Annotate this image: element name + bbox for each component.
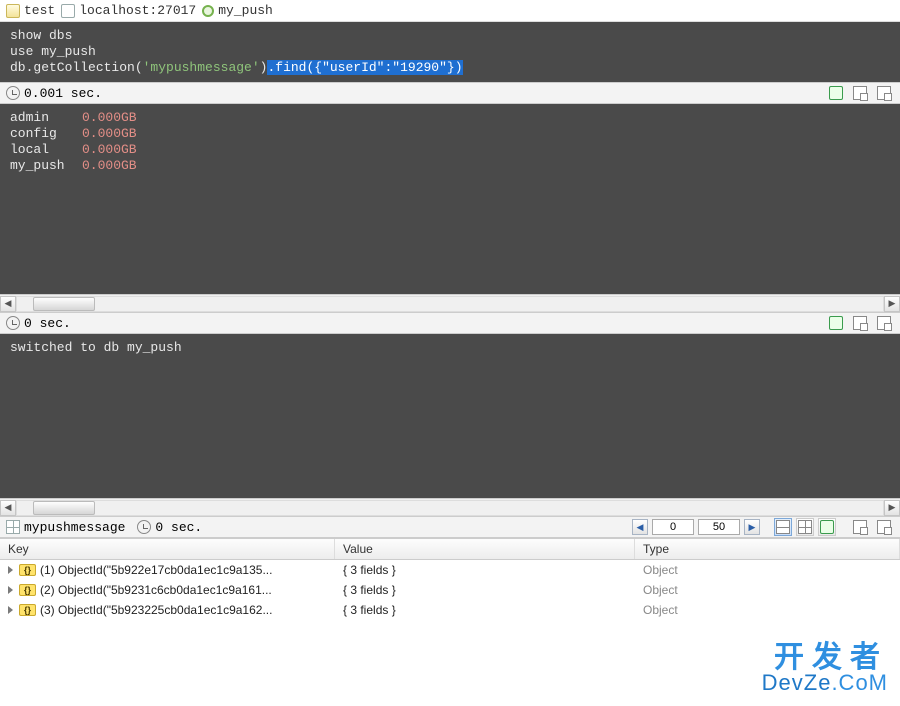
popout-icon [853,316,867,330]
scroll-right-button[interactable]: ▶ [884,296,900,312]
db-row: config0.000GB [10,126,890,142]
status-strip-3: mypushmessage 0 sec. ◀ ▶ [0,516,900,538]
host-icon [61,4,75,18]
view-table-button[interactable] [796,518,814,536]
folder-icon [6,4,20,18]
page-start-input[interactable] [652,519,694,535]
popout-button-1[interactable] [850,84,870,102]
page-prev-button[interactable]: ◀ [632,519,648,535]
scroll-track[interactable] [16,500,884,516]
editor-line-1: show dbs [10,28,72,43]
clock-icon [6,316,20,330]
query-editor[interactable]: show dbs use my_push db.getCollection('m… [0,22,900,82]
detach-button-3[interactable] [874,518,894,536]
page-size-input[interactable] [698,519,740,535]
collection-name: mypushmessage [24,520,125,535]
breadcrumb-db[interactable]: my_push [202,3,273,18]
expand-toggle[interactable] [8,606,13,614]
database-icon [202,5,214,17]
object-chip-icon: {} [19,564,36,576]
tree-view-icon [776,520,790,534]
watermark: 开发者 DevZe.CoM [762,632,888,696]
scroll-thumb[interactable] [33,297,95,311]
breadcrumb: test localhost:27017 my_push [0,0,900,22]
scroll-track[interactable] [16,296,884,312]
result-row[interactable]: {}(2) ObjectId("5b9231c6cb0da1ec1c9a161.… [0,580,900,600]
col-value[interactable]: Value [335,539,635,559]
db-row: admin0.000GB [10,110,890,126]
output-msg: switched to db my_push [10,340,890,356]
col-key[interactable]: Key [0,539,335,559]
document-icon [829,316,843,330]
status-strip-2: 0 sec. [0,312,900,334]
detach-button-2[interactable] [874,314,894,332]
breadcrumb-host-label: localhost:27017 [79,3,196,18]
result-row[interactable]: {}(1) ObjectId("5b922e17cb0da1ec1c9a135.… [0,560,900,580]
scroll-thumb[interactable] [33,501,95,515]
popout-icon [853,86,867,100]
table-icon [6,520,20,534]
exec-time-1: 0.001 sec. [24,86,102,101]
h-scrollbar-1[interactable]: ◀ ▶ [0,294,900,312]
page-next-button[interactable]: ▶ [744,519,760,535]
breadcrumb-host[interactable]: localhost:27017 [61,3,196,18]
view-text-button-3[interactable] [818,518,836,536]
detach-icon [877,520,891,534]
clock-icon [137,520,151,534]
db-row: local0.000GB [10,142,890,158]
document-icon [829,86,843,100]
clock-icon [6,86,20,100]
expand-toggle[interactable] [8,566,13,574]
editor-line-3: db.getCollection('mypushmessage').find({… [10,60,890,76]
view-tree-button[interactable] [774,518,792,536]
exec-time-3: 0 sec. [155,520,202,535]
scroll-left-button[interactable]: ◀ [0,296,16,312]
exec-time-2: 0 sec. [24,316,71,331]
paging-controls: ◀ ▶ [632,519,760,535]
h-scrollbar-2[interactable]: ◀ ▶ [0,498,900,516]
scroll-left-button[interactable]: ◀ [0,500,16,516]
object-chip-icon: {} [19,604,36,616]
editor-selection: .find({"userId":"19290"}) [267,60,462,75]
result-rows: {}(1) ObjectId("5b922e17cb0da1ec1c9a135.… [0,560,900,620]
view-text-button[interactable] [826,84,846,102]
breadcrumb-folder[interactable]: test [6,3,55,18]
breadcrumb-db-label: my_push [218,3,273,18]
breadcrumb-folder-label: test [24,3,55,18]
view-text-button-2[interactable] [826,314,846,332]
popout-button-3[interactable] [850,518,870,536]
table-view-icon [798,520,812,534]
popout-icon [853,520,867,534]
detach-icon [877,316,891,330]
status-strip-1: 0.001 sec. [0,82,900,104]
expand-toggle[interactable] [8,586,13,594]
col-type[interactable]: Type [635,539,900,559]
editor-line-2: use my_push [10,44,96,59]
output-pane-2[interactable]: switched to db my_push [0,334,900,498]
popout-button-2[interactable] [850,314,870,332]
result-columns: Key Value Type [0,538,900,560]
scroll-right-button[interactable]: ▶ [884,500,900,516]
object-chip-icon: {} [19,584,36,596]
db-row: my_push0.000GB [10,158,890,174]
document-icon [820,520,834,534]
output-pane-1[interactable]: admin0.000GB config0.000GB local0.000GB … [0,104,900,294]
detach-icon [877,86,891,100]
detach-button-1[interactable] [874,84,894,102]
result-row[interactable]: {}(3) ObjectId("5b923225cb0da1ec1c9a162.… [0,600,900,620]
